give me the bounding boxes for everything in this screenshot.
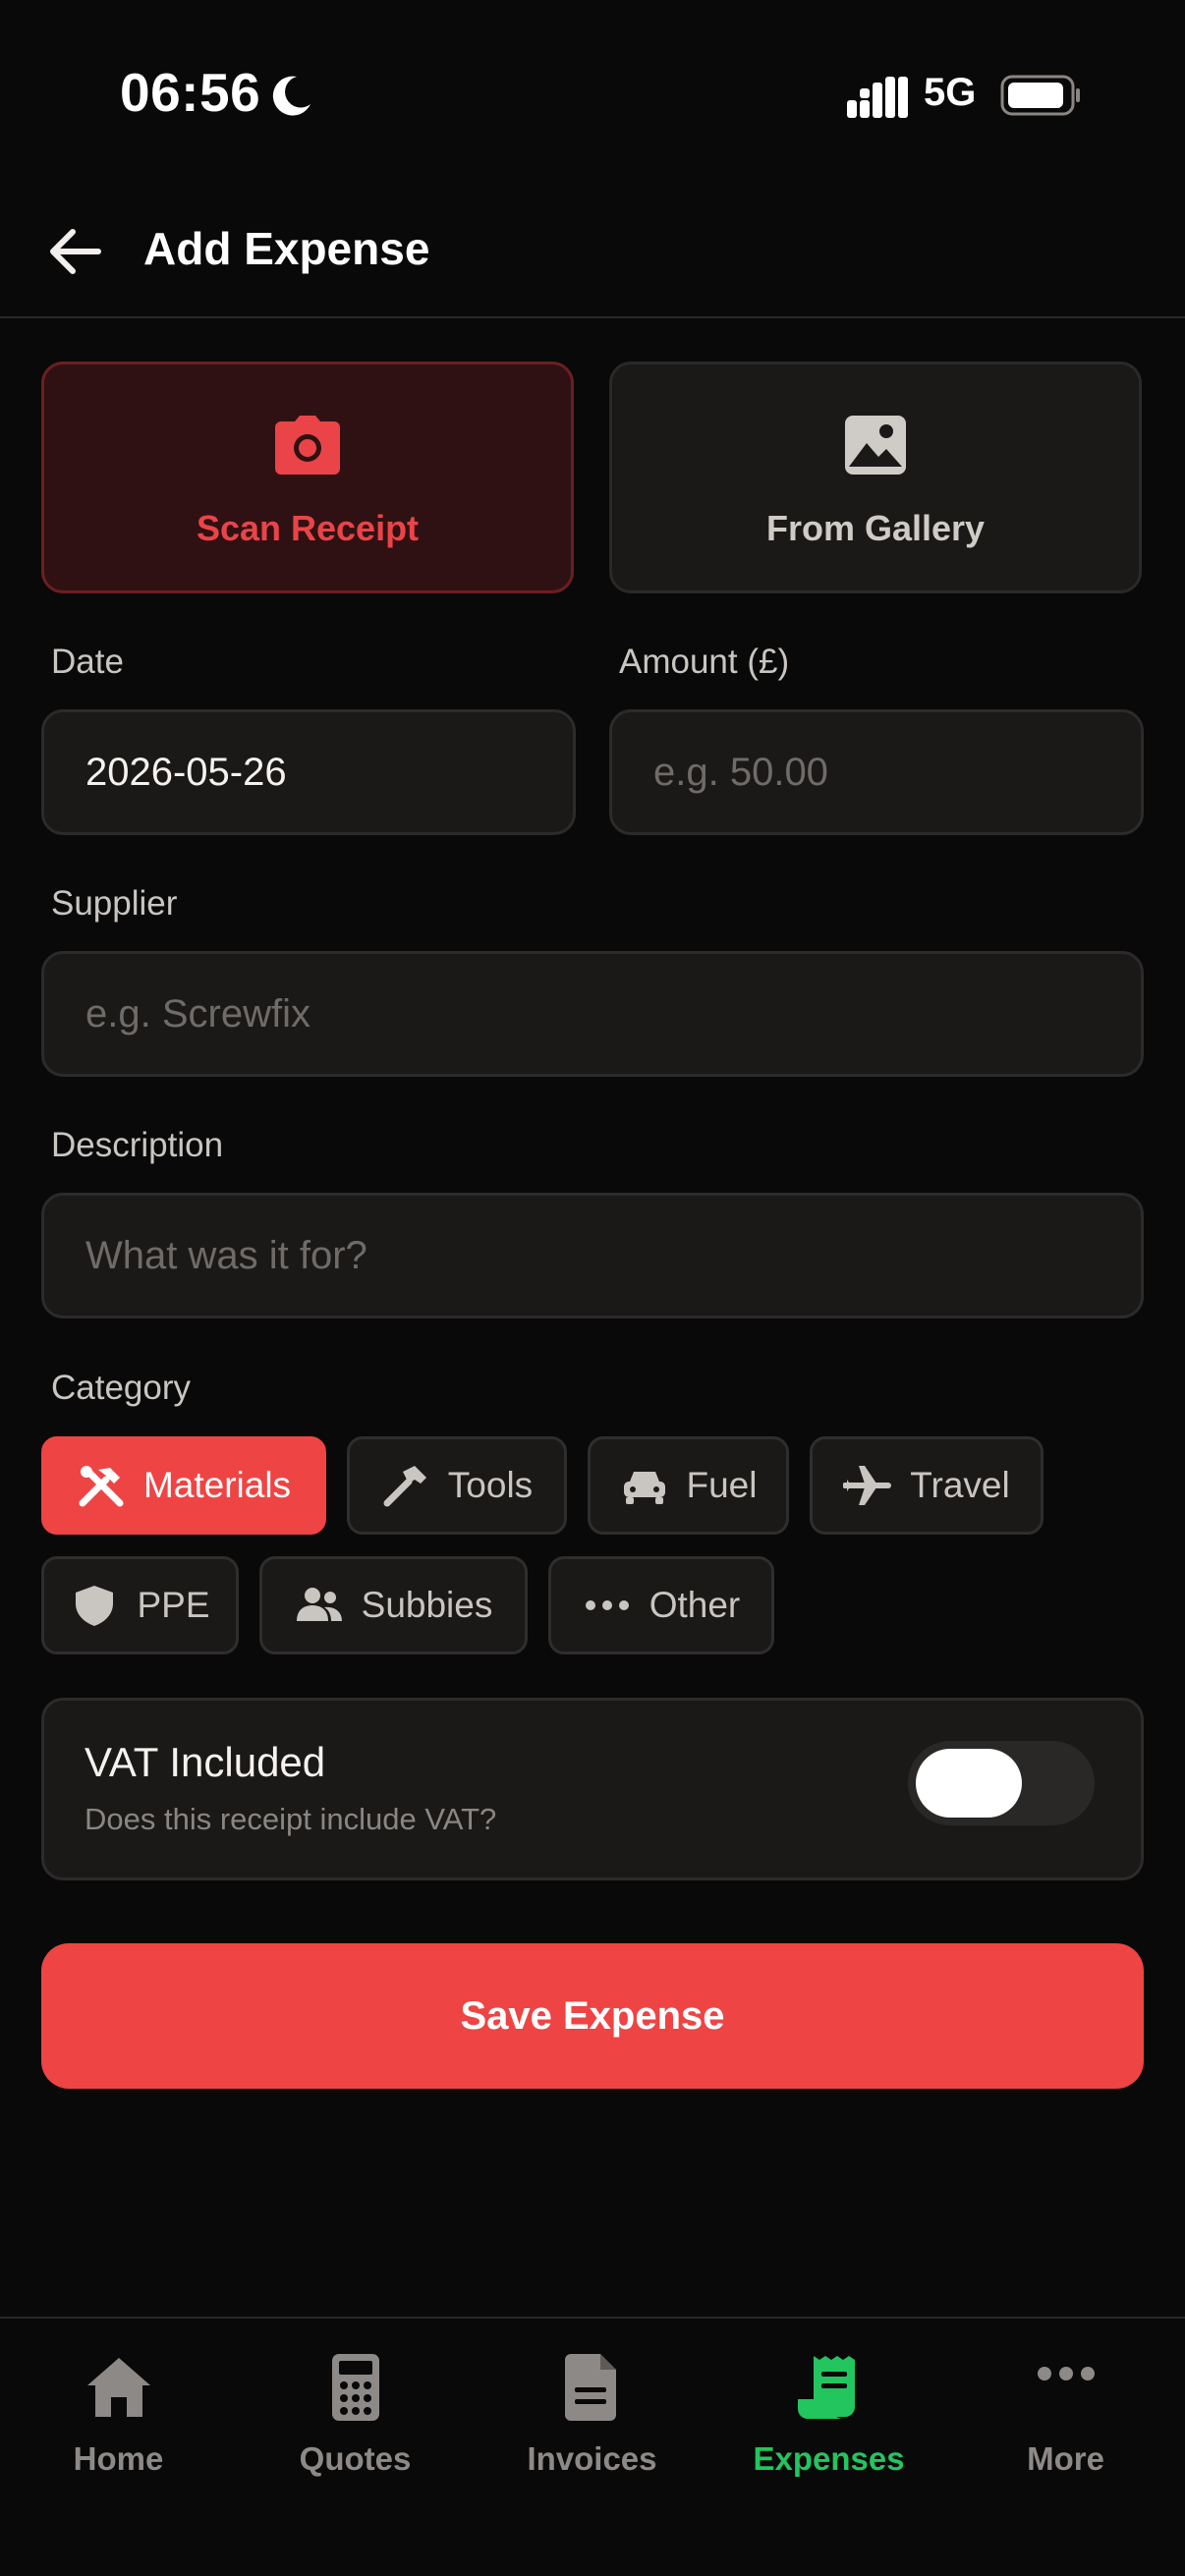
nav-item-expenses[interactable]: Expenses — [710, 2323, 947, 2519]
from-gallery-label: From Gallery — [765, 508, 986, 548]
category-chip-other[interactable]: Other — [548, 1556, 774, 1654]
vat-subtitle: Does this receipt include VAT? — [85, 1802, 497, 1836]
date-field-box — [41, 709, 576, 835]
vat-title: VAT Included — [85, 1739, 326, 1785]
category-chip-label: Fuel — [686, 1465, 758, 1505]
supplier-field-box — [41, 951, 1144, 1077]
nav-item-quotes[interactable]: Quotes — [237, 2323, 474, 2519]
calculator-icon — [331, 2354, 379, 2421]
category-chip-label: Subbies — [361, 1585, 493, 1625]
category-chip-label: PPE — [137, 1585, 210, 1625]
category-chip-label: Materials — [142, 1465, 292, 1505]
header-divider — [0, 316, 1185, 318]
nav-item-invoices[interactable]: Invoices — [474, 2323, 710, 2519]
ellipsis-icon — [585, 1600, 629, 1610]
nav-divider — [0, 2317, 1185, 2319]
scan-receipt-label: Scan Receipt — [196, 508, 420, 548]
save-expense-button[interactable]: Save Expense — [41, 1943, 1144, 2089]
category-chip-travel[interactable]: Travel — [810, 1436, 1044, 1535]
category-chip-label: Tools — [447, 1465, 534, 1505]
nav-label: More — [1027, 2440, 1104, 2477]
nav-item-home[interactable]: Home — [0, 2323, 237, 2519]
shield-icon — [76, 1586, 114, 1626]
plane-icon — [843, 1466, 892, 1505]
description-label: Description — [51, 1126, 224, 1164]
nav-label: Quotes — [299, 2440, 412, 2477]
vat-toggle-knob — [916, 1749, 1022, 1818]
description-field-box — [41, 1193, 1144, 1318]
more-icon — [1037, 2367, 1095, 2380]
car-icon — [623, 1472, 665, 1504]
description-input[interactable] — [44, 1196, 1141, 1316]
tools-crossed-icon — [79, 1466, 124, 1507]
people-icon — [296, 1588, 342, 1621]
battery-icon — [1000, 75, 1080, 116]
nav-label: Invoices — [527, 2440, 657, 2477]
hammer-icon — [383, 1466, 426, 1507]
category-chip-materials[interactable]: Materials — [41, 1436, 326, 1535]
page-title: Add Expense — [143, 223, 430, 274]
category-chip-fuel[interactable]: Fuel — [588, 1436, 789, 1535]
receipt-icon — [797, 2356, 855, 2419]
category-label: Category — [51, 1369, 192, 1407]
nav-label: Home — [73, 2440, 164, 2477]
moon-icon — [272, 76, 310, 116]
from-gallery-button[interactable]: From Gallery — [609, 362, 1142, 593]
supplier-input[interactable] — [44, 954, 1141, 1074]
signal-icon — [847, 77, 908, 118]
nav-label: Expenses — [753, 2440, 905, 2477]
category-chip-tools[interactable]: Tools — [347, 1436, 567, 1535]
category-chip-label: Other — [649, 1585, 741, 1625]
vat-toggle[interactable] — [908, 1741, 1095, 1825]
supplier-label: Supplier — [51, 884, 178, 923]
image-icon — [845, 416, 906, 475]
nav-item-more[interactable]: More — [947, 2323, 1184, 2519]
document-icon — [564, 2354, 616, 2421]
category-chip-subbies[interactable]: Subbies — [259, 1556, 528, 1654]
status-time: 06:56 — [120, 62, 261, 123]
amount-input[interactable] — [612, 712, 1141, 832]
network-type: 5G — [924, 71, 977, 114]
home-icon — [86, 2358, 150, 2417]
amount-label: Amount (£) — [619, 643, 790, 681]
date-input[interactable] — [44, 712, 573, 832]
date-label: Date — [51, 643, 124, 681]
back-arrow-icon[interactable] — [45, 222, 104, 281]
category-chip-ppe[interactable]: PPE — [41, 1556, 239, 1654]
category-chip-label: Travel — [910, 1465, 1010, 1505]
scan-receipt-button[interactable]: Scan Receipt — [41, 362, 574, 593]
camera-icon — [275, 416, 340, 475]
amount-field-box — [609, 709, 1144, 835]
